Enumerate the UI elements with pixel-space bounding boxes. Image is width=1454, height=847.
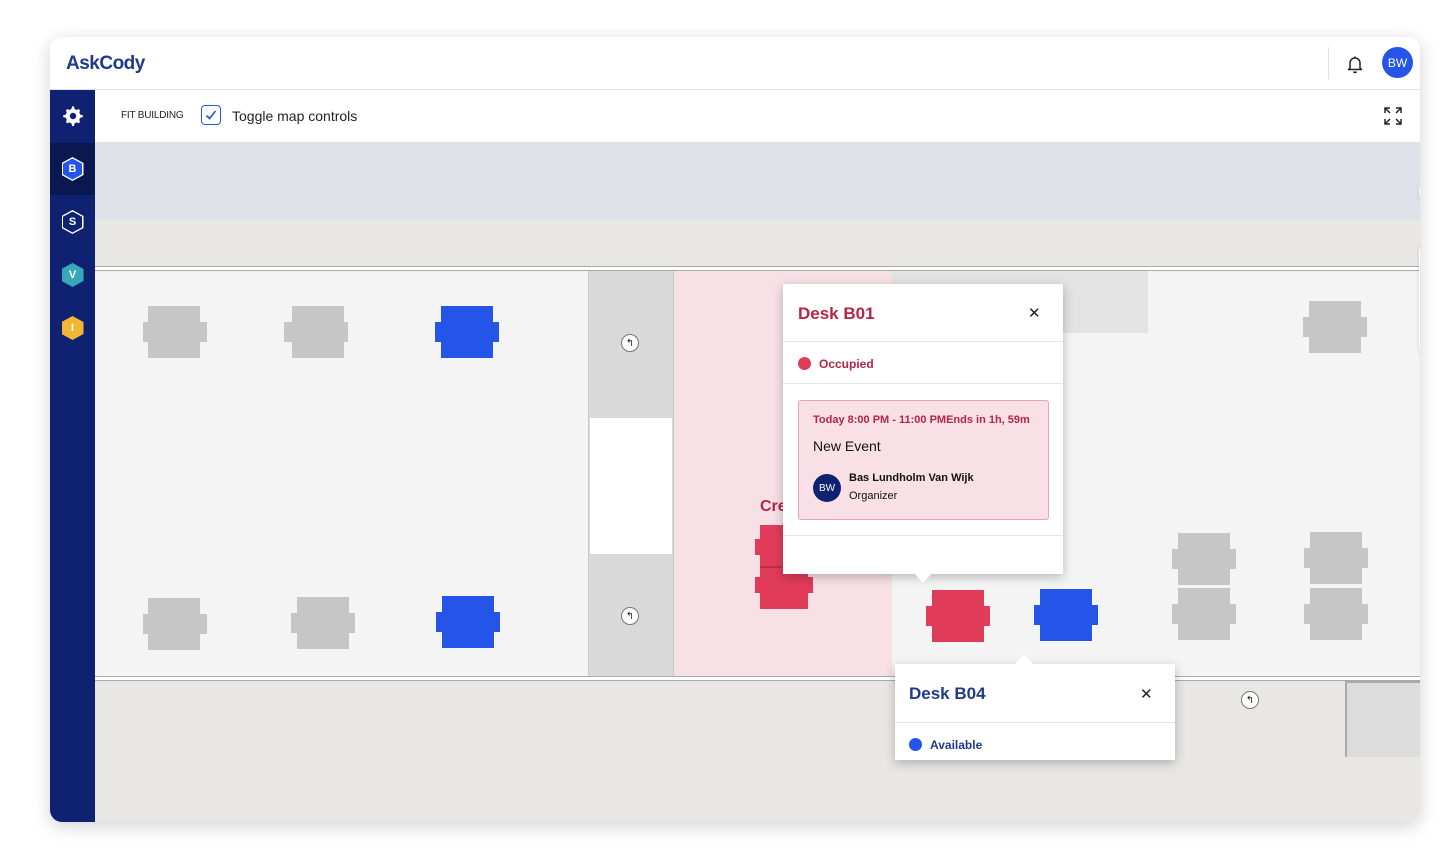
floor-selector: 1 0	[1419, 234, 1420, 365]
desk-b01[interactable]	[926, 590, 990, 642]
stairs-icon: ↰	[621, 334, 639, 352]
desk[interactable]	[436, 596, 500, 648]
desk[interactable]	[143, 306, 207, 358]
sidebar-item-i[interactable]: I	[50, 302, 95, 354]
status-dot	[909, 738, 922, 751]
settings-button[interactable]	[50, 90, 95, 142]
desk[interactable]	[1172, 588, 1236, 640]
event-name: New Event	[813, 438, 881, 454]
map-toolbar: FIT BUILDING Toggle map controls	[95, 90, 1420, 142]
desk[interactable]	[435, 306, 499, 358]
check-icon	[205, 110, 217, 120]
gear-icon	[62, 106, 83, 126]
desk[interactable]	[143, 598, 207, 650]
desk[interactable]	[291, 597, 355, 649]
organizer-role: Organizer	[849, 490, 898, 502]
fit-building-button[interactable]: FIT BUILDING	[121, 110, 184, 121]
popup-pointer	[1015, 654, 1033, 664]
desk[interactable]	[1303, 301, 1367, 353]
organizer-avatar: BW	[813, 474, 841, 502]
desk[interactable]	[284, 306, 348, 358]
event-card[interactable]: Today 8:00 PM - 11:00 PMEnds in 1h, 59m …	[798, 400, 1049, 520]
sidebar-item-s[interactable]: S	[50, 196, 95, 248]
hexagon-icon: B	[61, 157, 84, 181]
app-window: AskCody BW B S V I FIT BUILDING Toggle m…	[50, 37, 1420, 822]
close-icon[interactable]: ✕	[1140, 685, 1153, 703]
askcody-logo[interactable]: AskCody	[66, 53, 145, 75]
sidebar: B S V I	[50, 90, 95, 822]
stairs-icon: ↰	[1241, 691, 1259, 709]
desk-b04-popup: Desk B04 ✕ Available	[895, 654, 1175, 760]
toggle-map-controls-label: Toggle map controls	[232, 108, 358, 124]
desk[interactable]	[1304, 532, 1368, 584]
event-time: Today 8:00 PM - 11:00 PMEnds in 1h, 59m	[813, 414, 1030, 426]
close-icon[interactable]: ✕	[1028, 304, 1041, 322]
top-bar: AskCody BW	[50, 37, 1420, 90]
status-text: Occupied	[819, 357, 874, 371]
desk-b04[interactable]	[1034, 589, 1098, 641]
desk[interactable]	[1172, 533, 1236, 585]
status-dot	[798, 357, 811, 370]
topbar-divider	[1328, 47, 1329, 79]
fullscreen-icon[interactable]	[1384, 107, 1402, 125]
stairs-icon: ↰	[621, 607, 639, 625]
floor-map[interactable]: ↰ ↰ ↰ Create 1 0	[95, 142, 1420, 822]
hexagon-icon: I	[61, 316, 84, 340]
popup-pointer	[914, 573, 932, 583]
desk[interactable]	[1304, 588, 1368, 640]
bell-icon[interactable]	[1343, 52, 1367, 76]
user-avatar[interactable]: BW	[1382, 47, 1413, 78]
map-water-area	[95, 142, 1420, 220]
hexagon-icon: S	[61, 210, 84, 234]
hexagon-icon: V	[61, 263, 84, 287]
sidebar-item-b[interactable]: B	[50, 143, 95, 195]
compass-button[interactable]	[1419, 172, 1420, 210]
corridor-corner	[1345, 681, 1420, 757]
sidebar-item-v[interactable]: V	[50, 249, 95, 301]
desk-b01-popup: Desk B01 ✕ Occupied Today 8:00 PM - 11:0…	[783, 284, 1063, 583]
compass-icon	[1419, 172, 1420, 210]
stairwell-landing	[590, 418, 672, 554]
building-wall-bottom	[95, 676, 1420, 681]
organizer-name: Bas Lundholm Van Wijk	[849, 472, 974, 484]
popup-title: Desk B01	[798, 304, 875, 323]
status-text: Available	[930, 738, 983, 752]
popup-title: Desk B04	[909, 684, 986, 703]
toggle-map-controls-checkbox[interactable]	[201, 105, 221, 125]
